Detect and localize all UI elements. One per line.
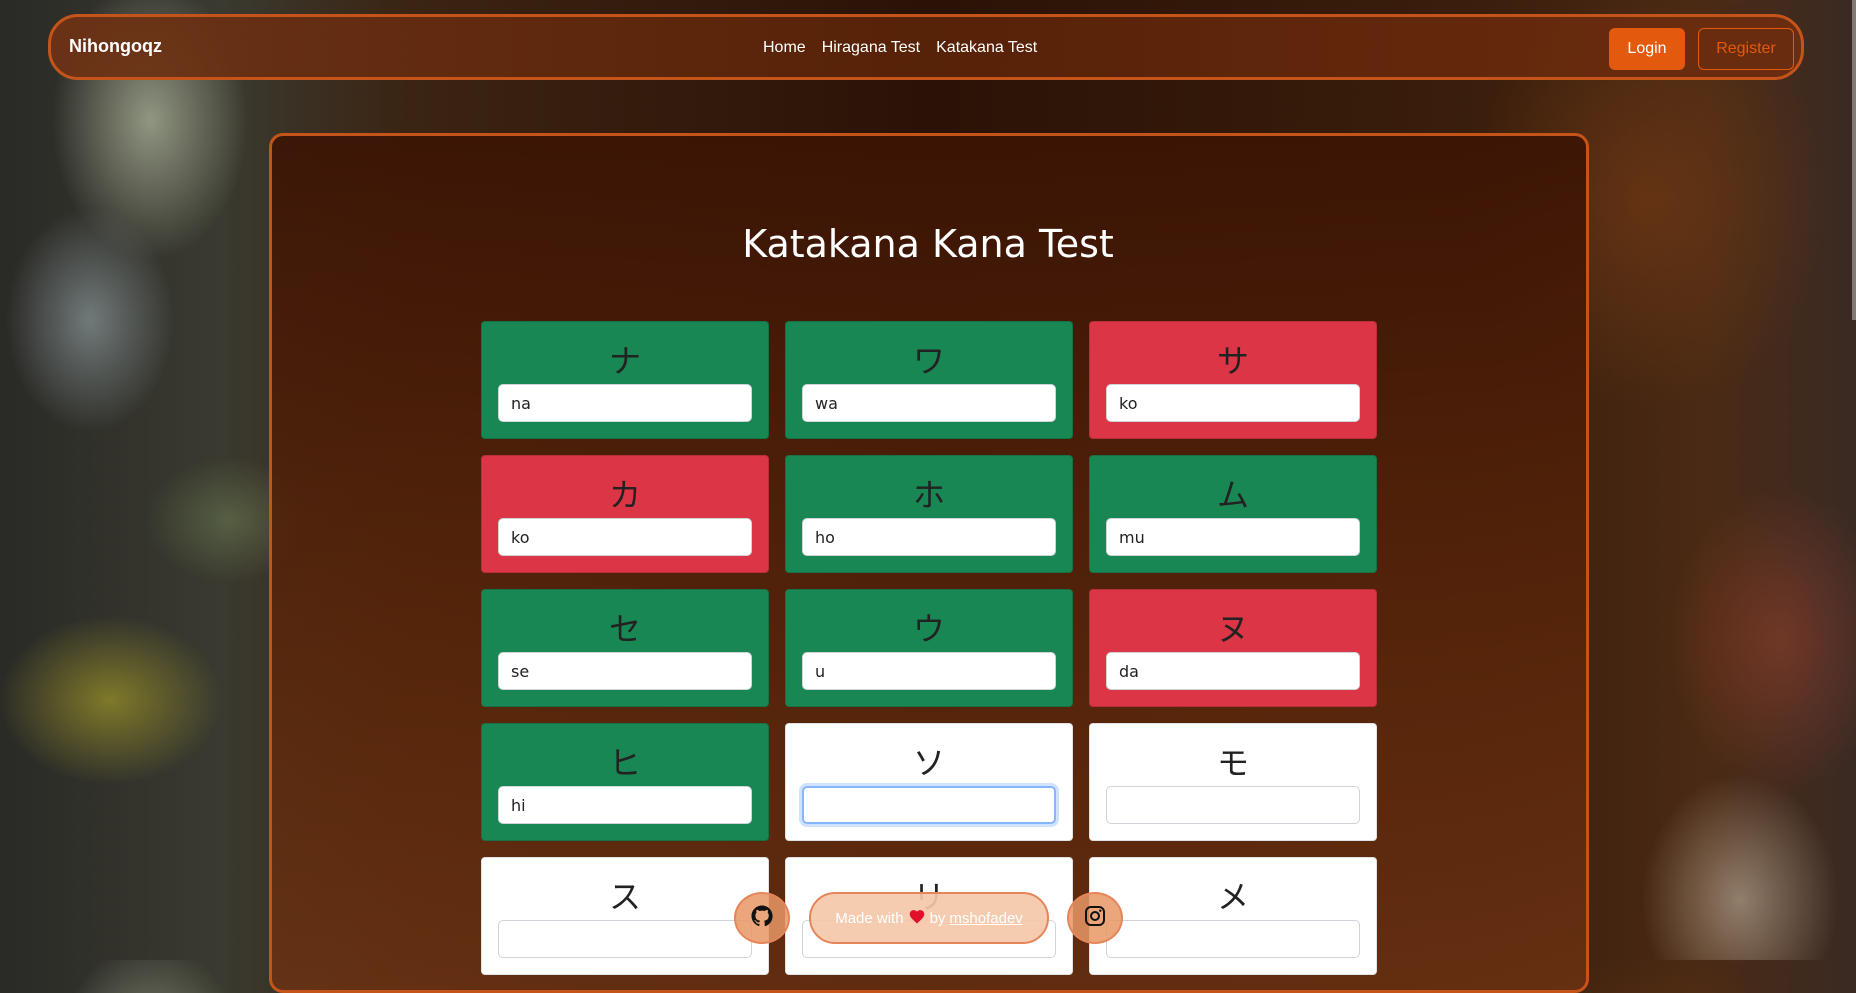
kana-character: ワ [912, 342, 945, 380]
author-link[interactable]: mshofadev [949, 910, 1022, 927]
answer-input[interactable] [498, 652, 752, 690]
answer-input[interactable] [1106, 384, 1360, 422]
kana-card: ウ [785, 589, 1073, 707]
kana-card: ム [1089, 455, 1377, 573]
github-icon [750, 904, 774, 932]
by-text: by [929, 909, 946, 927]
answer-input[interactable] [802, 518, 1056, 556]
answer-input[interactable] [498, 786, 752, 824]
kana-card: ヒ [481, 723, 769, 841]
heart-icon [908, 908, 926, 928]
made-with-text: Made with [835, 909, 904, 927]
kana-card: カ [481, 455, 769, 573]
answer-input[interactable] [498, 384, 752, 422]
answer-input[interactable] [802, 652, 1056, 690]
kana-card: サ [1089, 321, 1377, 439]
kana-card: ワ [785, 321, 1073, 439]
footer: Made with by mshofadev [0, 892, 1856, 952]
answer-input[interactable] [498, 518, 752, 556]
kana-character: ホ [912, 476, 945, 514]
kana-character: モ [1216, 744, 1249, 782]
kana-character: ナ [608, 342, 641, 380]
made-with-badge: Made with by mshofadev [809, 892, 1049, 944]
answer-input[interactable] [802, 384, 1056, 422]
answer-input[interactable] [802, 786, 1056, 824]
register-button[interactable]: Register [1698, 28, 1794, 70]
kana-card: モ [1089, 723, 1377, 841]
kana-card: ホ [785, 455, 1073, 573]
answer-input[interactable] [1106, 786, 1360, 824]
kana-card: セ [481, 589, 769, 707]
instagram-link[interactable] [1067, 892, 1123, 944]
scrollbar[interactable] [1852, 0, 1856, 320]
kana-card: ソ [785, 723, 1073, 841]
nav-links: Home Hiragana Test Katakana Test [763, 39, 1037, 57]
kana-character: セ [608, 610, 641, 648]
answer-input[interactable] [1106, 652, 1360, 690]
nav-link-katakana-test[interactable]: Katakana Test [936, 39, 1037, 57]
kana-character: ウ [912, 610, 945, 648]
kana-character: ヒ [608, 744, 641, 782]
kana-card: ナ [481, 321, 769, 439]
kana-character: カ [608, 476, 641, 514]
brand-logo[interactable]: Nihongoqz [69, 36, 162, 57]
kana-character: ヌ [1216, 610, 1249, 648]
login-button[interactable]: Login [1609, 28, 1685, 70]
nav-link-hiragana-test[interactable]: Hiragana Test [822, 39, 920, 57]
navbar: Nihongoqz Home Hiragana Test Katakana Te… [48, 14, 1804, 80]
kana-character: ソ [912, 744, 945, 782]
answer-input[interactable] [1106, 518, 1360, 556]
instagram-icon [1083, 904, 1107, 932]
kana-card: ヌ [1089, 589, 1377, 707]
kana-character: ム [1216, 476, 1249, 514]
kana-character: サ [1216, 342, 1249, 380]
page-title: Katakana Kana Test [742, 222, 1114, 266]
kana-grid: ナ ワ サ カ ホ ム セ ウ ヌ ヒ ソ モ ス リ メ [481, 321, 1377, 975]
nav-link-home[interactable]: Home [763, 39, 806, 57]
github-link[interactable] [734, 892, 790, 944]
